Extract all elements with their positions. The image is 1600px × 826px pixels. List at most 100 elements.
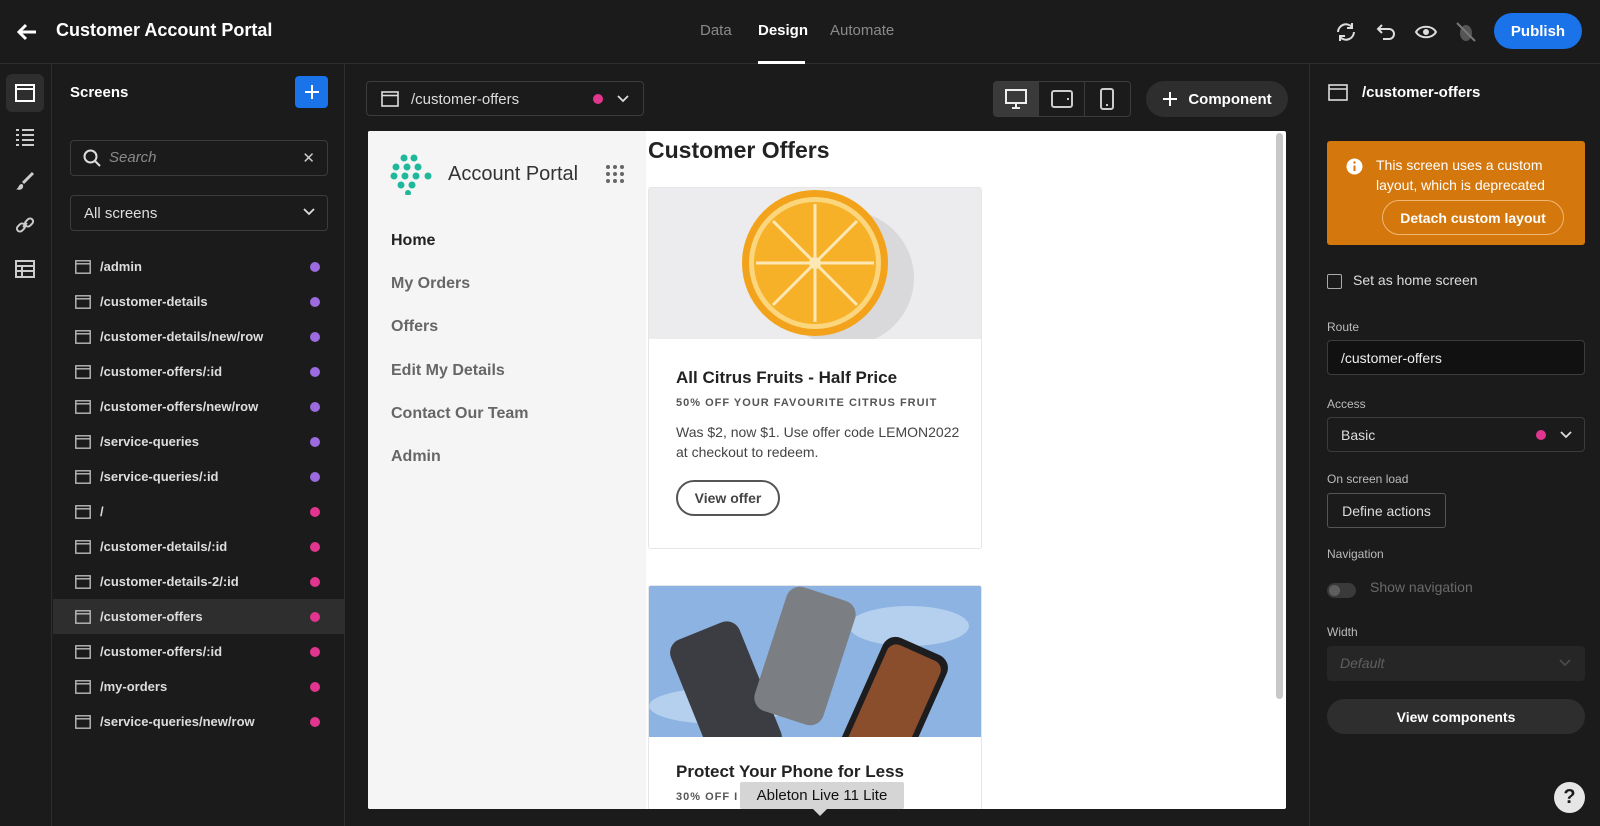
width-select[interactable]: Default <box>1327 646 1585 681</box>
left-rail <box>0 64 52 826</box>
nav-link-my-orders[interactable]: My Orders <box>391 275 470 293</box>
brand-name: Account Portal <box>448 163 579 185</box>
screen-list-item[interactable]: /customer-details/:id <box>53 529 344 564</box>
route-label: Route <box>1327 320 1360 334</box>
nav-link-home[interactable]: Home <box>391 232 435 250</box>
preview-scrollbar[interactable] <box>1276 133 1283 699</box>
screen-icon <box>75 714 91 729</box>
screen-list-item[interactable]: /customer-details/new/row <box>53 319 344 354</box>
offer-card: Protect Your Phone for Less 30% OFF I <box>648 585 982 809</box>
publish-button[interactable]: Publish <box>1494 13 1582 49</box>
access-dot <box>310 296 320 307</box>
access-dot <box>310 471 320 482</box>
page-heading: Customer Offers <box>648 137 830 163</box>
screen-filter-select[interactable]: All screens <box>70 195 328 231</box>
screen-route-label: /customer-offers/:id <box>100 644 223 659</box>
bug-off-icon[interactable] <box>1454 20 1478 44</box>
tab-automate[interactable]: Automate <box>830 22 894 39</box>
screen-icon <box>75 399 91 414</box>
screen-list-item[interactable]: /my-orders <box>53 669 344 704</box>
help-button[interactable]: ? <box>1554 782 1585 813</box>
screen-icon <box>75 364 91 379</box>
show-navigation-label: Show navigation <box>1370 579 1473 595</box>
nav-link-contact[interactable]: Contact Our Team <box>391 405 529 423</box>
show-navigation-toggle[interactable] <box>1327 583 1356 598</box>
access-dot <box>310 436 320 447</box>
screen-list-item[interactable]: /service-queries/:id <box>53 459 344 494</box>
refresh-icon[interactable] <box>1334 20 1358 44</box>
screen-icon <box>75 329 91 344</box>
screen-route-label: / <box>100 504 104 519</box>
access-dot <box>1536 430 1546 440</box>
screen-list-item[interactable]: /customer-details-2/:id <box>53 564 344 599</box>
route-input[interactable] <box>1327 340 1585 375</box>
nav-link-offers[interactable]: Offers <box>391 318 438 336</box>
panel-title: /customer-offers <box>1362 84 1481 101</box>
access-dot <box>310 261 320 272</box>
access-select[interactable]: Basic <box>1327 417 1585 452</box>
nav-link-edit-details[interactable]: Edit My Details <box>391 362 505 380</box>
screen-icon <box>1328 84 1348 101</box>
screens-rail-button[interactable] <box>6 74 44 112</box>
detach-layout-button[interactable]: Detach custom layout <box>1382 200 1564 235</box>
screen-list-item[interactable]: /customer-details <box>53 284 344 319</box>
screen-list-item[interactable]: /service-queries/new/row <box>53 704 344 739</box>
home-screen-label: Set as home screen <box>1353 272 1478 288</box>
chevron-down-icon <box>303 208 315 216</box>
screen-list-item[interactable]: / <box>53 494 344 529</box>
home-screen-checkbox[interactable] <box>1327 274 1342 289</box>
screen-settings-panel: /customer-offers This screen uses a cust… <box>1309 64 1600 826</box>
screen-list-item[interactable]: /service-queries <box>53 424 344 459</box>
screen-route-label: /service-queries <box>100 434 200 449</box>
access-dot <box>310 576 320 587</box>
brush-icon[interactable] <box>6 162 44 200</box>
add-component-button[interactable]: Component <box>1146 81 1288 117</box>
screen-list-item[interactable]: /customer-offers/:id <box>53 354 344 389</box>
define-actions-button[interactable]: Define actions <box>1327 493 1446 528</box>
mobile-icon[interactable] <box>1085 82 1130 116</box>
desktop-icon[interactable] <box>994 82 1040 116</box>
active-tab-indicator <box>758 61 805 64</box>
screen-list-item[interactable]: /admin <box>53 249 344 284</box>
tab-data[interactable]: Data <box>700 22 732 39</box>
undo-icon[interactable] <box>1374 20 1398 44</box>
search-input[interactable] <box>109 149 289 166</box>
offer-subtitle: 30% OFF I <box>676 791 739 803</box>
tooltip: Ableton Live 11 Lite <box>740 782 904 809</box>
screen-icon <box>75 644 91 659</box>
device-preview-toggle <box>993 81 1131 117</box>
screen-route-label: /customer-offers <box>100 609 203 624</box>
table-icon[interactable] <box>6 250 44 288</box>
search-box[interactable]: ✕ <box>70 140 328 176</box>
screen-list-item[interactable]: /customer-offers/:id <box>53 634 344 669</box>
screen-route-label: /customer-offers/:id <box>100 364 223 379</box>
eye-icon[interactable] <box>1414 20 1438 44</box>
add-component-label: Component <box>1188 90 1272 108</box>
screen-icon <box>75 434 91 449</box>
top-bar: Customer Account Portal Data Design Auto… <box>0 0 1600 64</box>
arrow-left-icon[interactable] <box>16 21 38 43</box>
screen-route-select[interactable]: /customer-offers <box>366 81 644 116</box>
view-components-button[interactable]: View components <box>1327 699 1585 734</box>
screen-icon <box>75 574 91 589</box>
screen-list-item[interactable]: /customer-offers <box>53 599 344 634</box>
orange-image <box>649 188 981 339</box>
info-icon <box>1346 158 1363 175</box>
screen-route-label: /service-queries/:id <box>100 469 219 484</box>
nav-link-admin[interactable]: Admin <box>391 448 441 466</box>
view-offer-button[interactable]: View offer <box>676 480 780 516</box>
tablet-icon[interactable] <box>1039 82 1085 116</box>
screens-panel: Screens ✕ All screens /admin/customer-de… <box>53 64 345 826</box>
offer-subtitle: 50% OFF YOUR FAVOURITE CITRUS FRUIT <box>676 397 938 409</box>
offer-description: Was $2, now $1. Use offer code LEMON2022… <box>676 424 960 460</box>
screen-icon <box>75 609 91 624</box>
link-icon[interactable] <box>6 206 44 244</box>
access-dot <box>593 94 603 104</box>
close-icon[interactable]: ✕ <box>302 149 315 167</box>
screen-list-item[interactable]: /customer-offers/new/row <box>53 389 344 424</box>
screen-route-label: /admin <box>100 259 142 274</box>
list-icon[interactable] <box>6 118 44 156</box>
tab-design[interactable]: Design <box>758 22 808 39</box>
add-screen-button[interactable] <box>295 76 328 108</box>
grid-icon[interactable] <box>605 164 625 184</box>
